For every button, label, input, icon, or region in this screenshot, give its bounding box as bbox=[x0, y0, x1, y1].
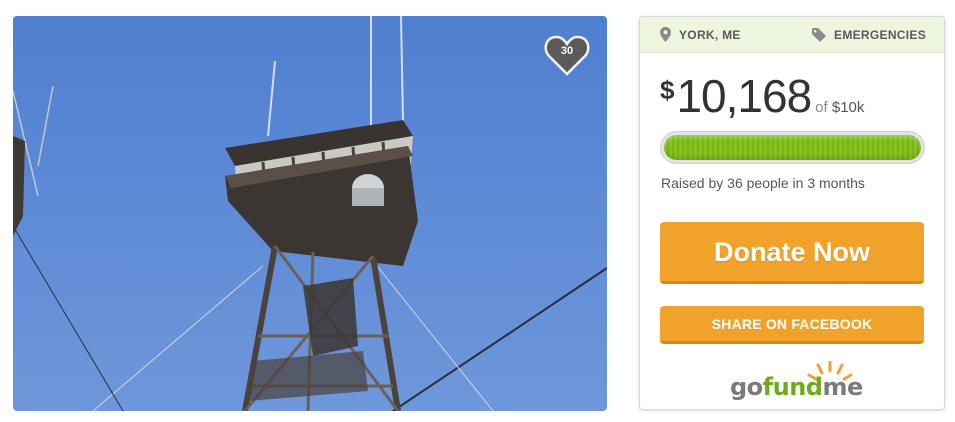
donate-now-button[interactable]: Donate Now bbox=[660, 222, 924, 284]
raised-time: 3 months bbox=[807, 175, 865, 191]
category-label: EMERGENCIES bbox=[834, 27, 926, 42]
raised-mid: people in bbox=[746, 175, 804, 191]
amount-raised: $ 10,168 of $10k bbox=[660, 73, 864, 119]
campaign-category[interactable]: EMERGENCIES bbox=[812, 27, 926, 42]
tag-icon bbox=[812, 27, 827, 42]
raised-prefix: Raised by bbox=[661, 175, 724, 191]
donation-card: YORK, ME EMERGENCIES $ 10,168 of $10k Ra… bbox=[639, 16, 945, 410]
location-pin-icon bbox=[660, 27, 671, 42]
campaign-photo[interactable]: 30 bbox=[13, 16, 607, 411]
favorite-count: 30 bbox=[560, 45, 574, 57]
logo-wordmark: gofundme bbox=[730, 373, 863, 401]
goal-prefix: of bbox=[815, 99, 828, 116]
progress-fill bbox=[664, 135, 921, 160]
share-facebook-button[interactable]: SHARE ON FACEBOOK bbox=[660, 306, 924, 344]
currency-symbol: $ bbox=[660, 75, 675, 105]
raised-summary: Raised by 36 people in 3 months bbox=[661, 175, 865, 191]
goal-value: $10k bbox=[831, 99, 865, 116]
goal-text: of $10k bbox=[815, 99, 864, 116]
gofundme-logo[interactable]: gofundme bbox=[730, 361, 863, 401]
raised-people: 36 bbox=[727, 175, 743, 191]
location-label: YORK, ME bbox=[679, 27, 741, 42]
amount-value: 10,168 bbox=[676, 70, 812, 122]
campaign-meta-bar: YORK, ME EMERGENCIES bbox=[640, 17, 944, 53]
favorite-heart-button[interactable]: 30 bbox=[544, 34, 590, 76]
fire-tower-image bbox=[13, 16, 607, 411]
campaign-location[interactable]: YORK, ME bbox=[660, 27, 741, 42]
progress-bar bbox=[660, 131, 925, 164]
